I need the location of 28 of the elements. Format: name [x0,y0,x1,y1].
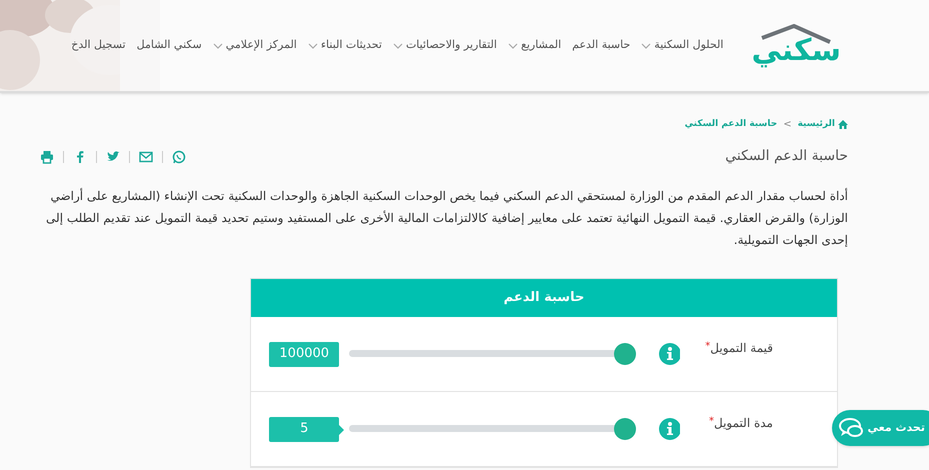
bird-icon[interactable] [106,150,120,164]
nav-link[interactable]: الحلول السكنية [641,37,724,54]
nav-link[interactable]: سكني الشامل [136,37,202,54]
envelope-icon[interactable] [139,150,153,164]
breadcrumb-separator: > [783,118,792,132]
field-label: قيمة التمويل* [704,340,773,357]
speech-bubbles-icon [838,417,864,439]
value-box: 100000 [268,342,340,366]
info-icon[interactable] [659,343,680,365]
whatsapp-icon[interactable] [172,150,186,164]
nav-link[interactable]: تسجيل الدخ [71,37,126,54]
nav-link[interactable]: حاسبة الدعم [572,37,630,54]
calculator-title: حاسبة الدعم [251,279,837,317]
page-title: حاسبة الدعم السكني [725,147,848,166]
nav-link[interactable]: التقارير والاحصائيات [392,37,497,54]
info-icon[interactable] [659,418,680,440]
nav-link[interactable]: المركز الإعلامي [212,37,297,54]
nav-link[interactable]: تحديثات البناء [308,37,382,54]
printer-icon[interactable] [40,150,54,164]
pointer-arrow [339,424,344,434]
home-icon [838,120,848,129]
nav-link[interactable]: المشاريع [508,37,562,54]
slider[interactable] [349,418,636,440]
field-label: مدة التمويل* [708,415,773,432]
slider-thumb[interactable] [614,418,636,440]
description-text: أداة لحساب مقدار الدعم المقدم من الوزارة لمستحقي الدعم السكني فيما يخص الوحدات السكنية الجاهزة والوحدات السكنية تحت الإنشاء (المشاريع على أراضي الوزارة) والقرض العقاري. قيمة التمويل النهائية تعتمد على معايير إضافية كالالتزامات المالية الأخرى على المستفيد وستيم تحديد قيمة التمويل عند تقديم الطلب إلى إحدى الجهات التمويلية. [45,187,848,249]
slider-thumb[interactable] [614,343,636,365]
slider[interactable] [349,343,636,365]
